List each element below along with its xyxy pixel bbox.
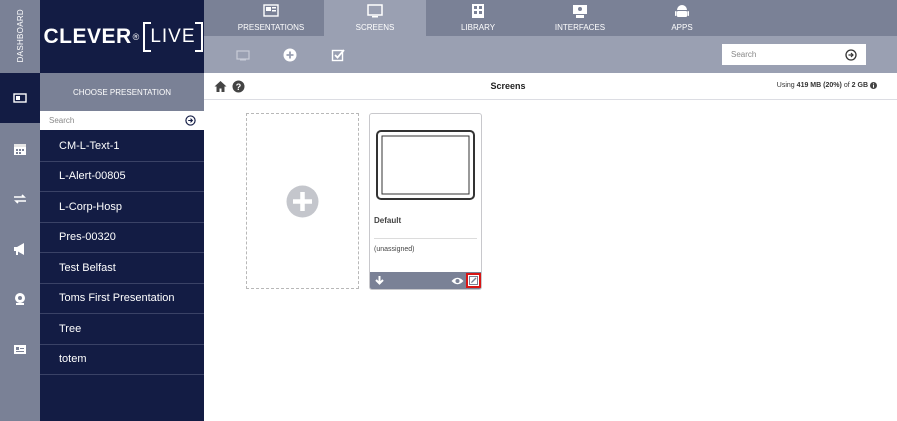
add-screen-button[interactable] — [282, 47, 298, 63]
presentation-item[interactable]: Toms First Presentation — [40, 284, 204, 314]
tab-apps[interactable]: APPS — [630, 0, 734, 36]
tab-label: SCREENS — [355, 23, 395, 32]
select-screens-button[interactable] — [330, 47, 346, 63]
dashboard-link[interactable]: DASHBOARD — [0, 0, 40, 72]
tab-library[interactable]: LIBRARY — [426, 0, 530, 36]
tab-label: INTERFACES — [554, 23, 606, 32]
screen-card-footer — [370, 272, 481, 289]
usage-of: of — [843, 82, 850, 89]
rail-calendar[interactable] — [0, 124, 40, 174]
usage-prefix: Using — [776, 82, 795, 89]
usage-used: 419 MB (20%) — [796, 82, 842, 89]
calendar-icon — [14, 144, 26, 155]
screen-preview-icon — [376, 130, 475, 200]
tab-screens[interactable]: SCREENS — [324, 0, 426, 36]
arrow-circle-right-icon[interactable] — [185, 115, 196, 126]
clever-live-logo: CLEVER ® LIVE — [40, 0, 204, 73]
checkbox-icon — [331, 49, 345, 62]
tab-label: PRESENTATIONS — [237, 23, 305, 32]
presentation-item[interactable]: L-Corp-Hosp — [40, 192, 204, 223]
android-icon — [675, 5, 689, 17]
screen-assignment: (unassigned) — [374, 246, 415, 253]
webcam-icon — [15, 293, 25, 305]
monitor-icon — [367, 4, 383, 18]
page-title: Screens — [490, 81, 526, 91]
presentation-item[interactable]: Tree — [40, 314, 204, 345]
tab-label: LIBRARY — [460, 23, 496, 32]
sidebar-search-input[interactable] — [49, 116, 185, 125]
rail-transfer[interactable] — [0, 174, 40, 224]
logo-suffix: LIVE — [143, 21, 203, 52]
plus-circle-icon — [286, 185, 319, 217]
screens-search-input[interactable] — [731, 50, 845, 59]
tab-label: APPS — [671, 23, 693, 32]
presentation-list: CM-L-Text-1 L-Alert-00805 L-Corp-Hosp Pr… — [40, 131, 204, 375]
usage-total: 2 GB — [851, 82, 868, 89]
presentation-sidebar: CLEVER ® LIVE CHOOSE PRESENTATION CM-L-T… — [40, 0, 204, 421]
presentation-icon — [13, 93, 27, 103]
interface-icon — [573, 5, 587, 18]
rail-id-card[interactable] — [0, 324, 40, 374]
screens-search — [722, 44, 866, 65]
main-tabs: PRESENTATIONS SCREENS LIBRARY INTERFACES… — [204, 0, 897, 36]
arrow-circle-right-icon[interactable] — [845, 48, 857, 61]
presentation-item[interactable]: L-Alert-00805 — [40, 162, 204, 192]
left-rail: DASHBOARD — [0, 0, 40, 421]
presentation-icon — [263, 4, 279, 17]
id-card-icon — [14, 345, 26, 354]
tab-presentations[interactable]: PRESENTATIONS — [212, 0, 330, 36]
rail-presentation[interactable] — [0, 73, 40, 123]
logo-brand: CLEVER — [43, 24, 132, 48]
rail-webcam[interactable] — [0, 274, 40, 324]
card-divider — [374, 238, 477, 239]
rail-alerts[interactable] — [0, 224, 40, 274]
plus-circle-icon — [283, 48, 297, 62]
library-icon — [472, 4, 484, 18]
download-icon[interactable] — [374, 275, 385, 286]
screens-toolbar — [204, 36, 897, 73]
presentation-item[interactable]: Test Belfast — [40, 253, 204, 284]
presentation-item[interactable]: Pres-00320 — [40, 223, 204, 253]
screen-settings-icon — [236, 50, 250, 61]
breadcrumb: ? Screens Using 419 MB (20%) of 2 GB — [204, 73, 897, 100]
logo-registered: ® — [132, 31, 140, 42]
screen-settings-button[interactable] — [235, 47, 251, 63]
presentation-item[interactable]: CM-L-Text-1 — [40, 131, 204, 162]
screen-name: Default — [374, 216, 402, 225]
add-screen-tile[interactable] — [246, 113, 359, 289]
eye-icon[interactable] — [451, 276, 464, 286]
megaphone-icon — [14, 243, 24, 255]
dashboard-label: DASHBOARD — [15, 9, 25, 63]
presentation-item[interactable]: totem — [40, 345, 204, 375]
storage-usage: Using 419 MB (20%) of 2 GB — [777, 82, 877, 89]
tab-interfaces[interactable]: INTERFACES — [530, 0, 630, 36]
screen-card[interactable]: Default (unassigned) — [369, 113, 482, 290]
transfer-icon — [14, 194, 26, 204]
edit-screen-button[interactable] — [466, 273, 481, 288]
info-icon[interactable] — [870, 82, 877, 89]
edit-icon — [469, 276, 478, 285]
sidebar-search — [40, 111, 204, 130]
choose-presentation-header: CHOOSE PRESENTATION — [40, 73, 204, 111]
